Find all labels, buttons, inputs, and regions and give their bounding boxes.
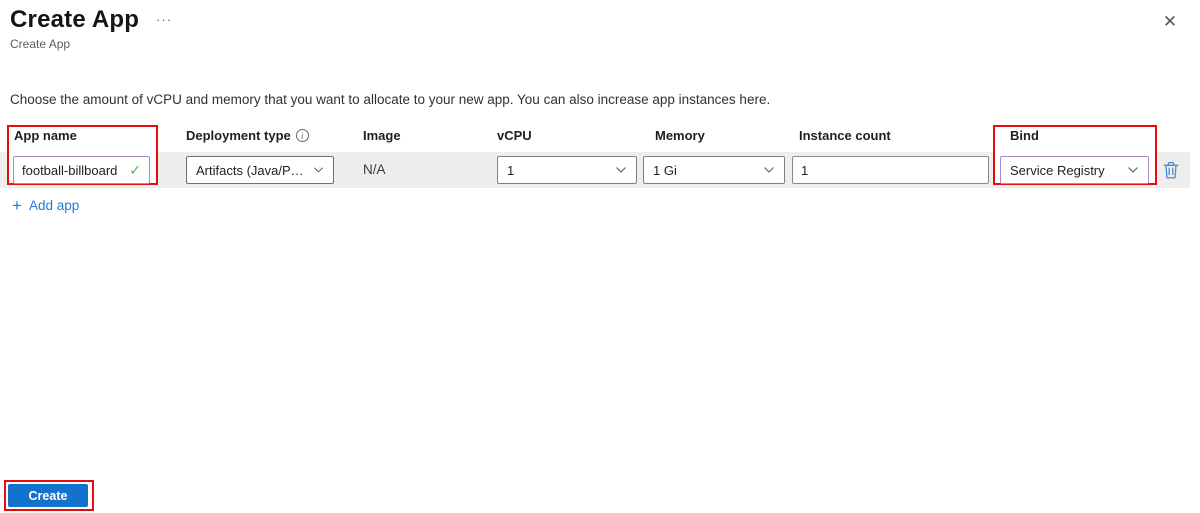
page-subtitle: Create App [10, 37, 71, 51]
app-name-input[interactable]: ✓ [13, 156, 150, 184]
chevron-down-icon [764, 167, 774, 173]
description-text: Choose the amount of vCPU and memory tha… [10, 92, 771, 107]
bind-column-label: Bind [1010, 128, 1039, 143]
add-app-label: Add app [28, 198, 80, 213]
valid-check-icon: ✓ [129, 161, 141, 178]
create-app-panel: Create App ··· Create App ✕ Choose the a… [0, 0, 1200, 513]
deployment-type-column-label: Deployment type i [186, 128, 309, 143]
instance-count-input-value[interactable] [801, 162, 980, 178]
app-name-column-label: App name [14, 128, 77, 143]
deployment-type-dropdown[interactable]: Artifacts (Java/Poly... [186, 156, 334, 184]
app-name-input-value[interactable] [22, 162, 126, 178]
add-app-button[interactable]: + Add app [12, 197, 79, 214]
image-value: N/A [363, 162, 386, 177]
chevron-down-icon [616, 167, 626, 173]
bind-dropdown[interactable]: Service Registry [1000, 156, 1149, 184]
trash-icon [1163, 161, 1179, 179]
plus-icon: + [12, 196, 22, 215]
more-options-icon[interactable]: ··· [156, 12, 172, 27]
image-column-label: Image [363, 128, 401, 143]
chevron-down-icon [1128, 167, 1138, 173]
instance-count-column-label: Instance count [799, 128, 891, 143]
memory-dropdown[interactable]: 1 Gi [643, 156, 785, 184]
close-icon[interactable]: ✕ [1156, 8, 1184, 36]
chevron-down-icon [314, 167, 323, 173]
memory-column-label: Memory [655, 128, 705, 143]
delete-app-button[interactable] [1161, 159, 1181, 181]
create-button[interactable]: Create [8, 484, 88, 507]
vcpu-dropdown[interactable]: 1 [497, 156, 637, 184]
vcpu-column-label: vCPU [497, 128, 532, 143]
instance-count-input[interactable] [792, 156, 989, 184]
page-title: Create App [10, 6, 140, 33]
info-icon[interactable]: i [295, 129, 309, 142]
